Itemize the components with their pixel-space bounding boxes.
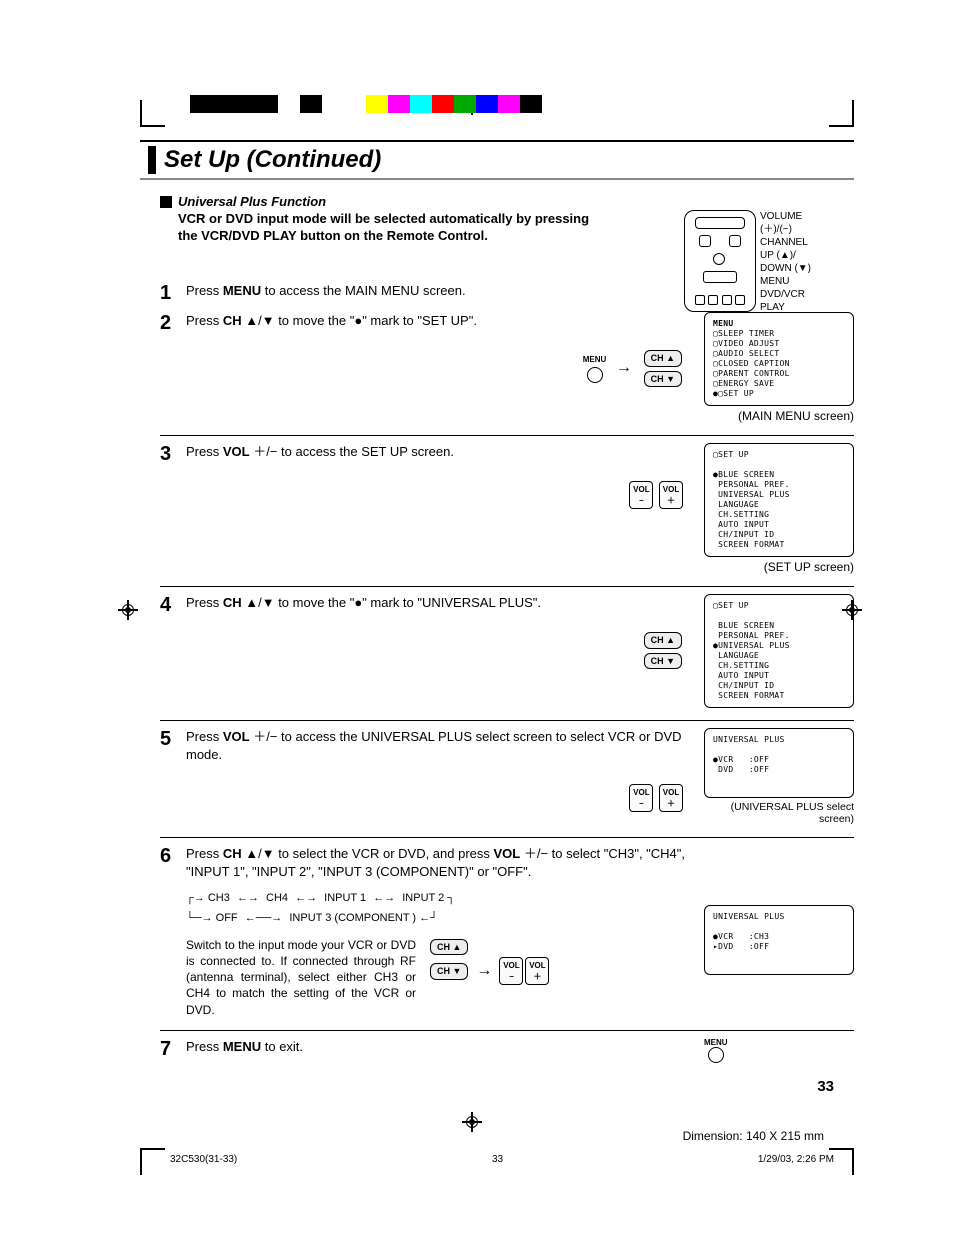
dimension-note: Dimension: 140 X 215 mm — [683, 1129, 824, 1143]
ch-up-button: CH ▲ — [644, 632, 682, 649]
step-text: Press VOL ＋/− to access the SET UP scree… — [186, 444, 454, 459]
footer-filename: 32C530(31-33) — [170, 1154, 237, 1165]
section-title-bar: Set Up (Continued) — [140, 140, 854, 180]
step-text: Press VOL ＋/− to access the UNIVERSAL PL… — [186, 729, 682, 762]
step6-controls: CH ▲ CH ▼ → VOL− VOL＋ — [428, 937, 550, 986]
subsection-heading: Universal Plus Function — [178, 194, 598, 209]
remote-control-figure: VOLUME (＋)/(−) CHANNEL UP (▲)/ DOWN (▼) … — [684, 210, 834, 314]
step-text: Press MENU to access the MAIN MENU scree… — [186, 283, 466, 298]
remote-outline-icon — [684, 210, 756, 312]
step2-controls: MENU → CH ▲ CH ▼ — [186, 348, 694, 389]
screen-caption: (MAIN MENU screen) — [704, 409, 854, 423]
registration-mark-left — [118, 600, 138, 623]
ch-up-button: CH ▲ — [430, 939, 468, 956]
step-number: 5 — [160, 728, 186, 751]
footer-datetime: 1/29/03, 2:26 PM — [758, 1154, 834, 1165]
vol-minus-button: VOL− — [499, 957, 523, 985]
step-text: Press CH ▲/▼ to select the VCR or DVD, a… — [186, 846, 685, 879]
step-text: Press MENU to exit. — [186, 1039, 303, 1054]
vol-plus-button: VOL＋ — [525, 957, 549, 985]
color-calibration-bar — [190, 95, 542, 113]
remote-label-down: DOWN (▼) — [760, 262, 811, 275]
step-number: 6 — [160, 845, 186, 868]
screen-caption: (UNIVERSAL PLUS select screen) — [704, 801, 854, 825]
vol-plus-button: VOL＋ — [659, 481, 683, 509]
menu-button-label: MENU — [583, 354, 607, 365]
menu-button-label: MENU — [704, 1038, 728, 1047]
vol-minus-button: VOL− — [629, 481, 653, 509]
section-title: Set Up (Continued) — [148, 146, 846, 174]
step-text: Press CH ▲/▼ to move the "●" mark to "UN… — [186, 595, 541, 610]
remote-label-up: UP (▲)/ — [760, 249, 811, 262]
crop-mark-tl — [120, 100, 150, 130]
input-cycle-diagram: ┌→ CH3 ←→ CH4 ←→ INPUT 1 ←→ INPUT 2 ┐ └─… — [186, 889, 694, 929]
step-number: 3 — [160, 443, 186, 466]
vol-plus-button: VOL＋ — [659, 784, 683, 812]
step-text: Press CH ▲/▼ to move the "●" mark to "SE… — [186, 313, 477, 328]
setup-screen-2: ▢SET UP BLUE SCREEN PERSONAL PREF. ●UNIV… — [704, 594, 854, 708]
footer-page: 33 — [492, 1154, 503, 1165]
remote-label-volume-symbols: (＋)/(−) — [760, 223, 811, 236]
menu-button-icon — [587, 367, 603, 383]
remote-label-play: PLAY — [760, 301, 811, 314]
screen-caption: (SET UP screen) — [704, 560, 854, 574]
step5-controls: VOL− VOL＋ — [186, 782, 694, 812]
setup-screen-1: ▢SET UP ●BLUE SCREEN PERSONAL PREF. UNIV… — [704, 443, 854, 557]
page-number: 33 — [817, 1078, 834, 1095]
step6-note: Switch to the input mode your VCR or DVD… — [186, 937, 416, 1018]
step-number: 2 — [160, 312, 186, 335]
crop-mark-tr — [844, 100, 874, 130]
step-number: 4 — [160, 594, 186, 617]
ch-down-button: CH ▼ — [430, 963, 468, 980]
step-number: 1 — [160, 282, 186, 305]
registration-mark-bottom — [462, 1112, 482, 1135]
remote-label-dvdvcr: DVD/VCR — [760, 288, 811, 301]
remote-label-menu: MENU — [760, 275, 811, 288]
step-number: 7 — [160, 1038, 186, 1061]
main-menu-screen: MENU ▢SLEEP TIMER ▢VIDEO ADJUST ▢AUDIO S… — [704, 312, 854, 406]
step4-controls: CH ▲ CH ▼ — [186, 630, 694, 671]
step3-controls: VOL− VOL＋ — [186, 479, 694, 509]
arrow-icon: → — [476, 960, 492, 982]
remote-label-volume: VOLUME — [760, 210, 811, 223]
ch-up-button: CH ▲ — [644, 350, 682, 367]
registration-mark-right — [842, 600, 862, 623]
print-footer: 32C530(31-33) 33 1/29/03, 2:26 PM — [170, 1154, 834, 1165]
arrow-icon: → — [616, 359, 632, 376]
vol-minus-button: VOL− — [629, 784, 653, 812]
ch-down-button: CH ▼ — [644, 371, 682, 388]
subsection-intro-text: VCR or DVD input mode will be selected a… — [178, 211, 598, 245]
universal-plus-screen-1: UNIVERSAL PLUS ●VCR :OFF DVD :OFF — [704, 728, 854, 798]
menu-button-icon — [708, 1047, 724, 1063]
remote-label-channel: CHANNEL — [760, 236, 811, 249]
subsection-marker-icon — [160, 196, 172, 208]
ch-down-button: CH ▼ — [644, 653, 682, 670]
universal-plus-screen-2: UNIVERSAL PLUS ●VCR :CH3 ▸DVD :OFF — [704, 905, 854, 975]
